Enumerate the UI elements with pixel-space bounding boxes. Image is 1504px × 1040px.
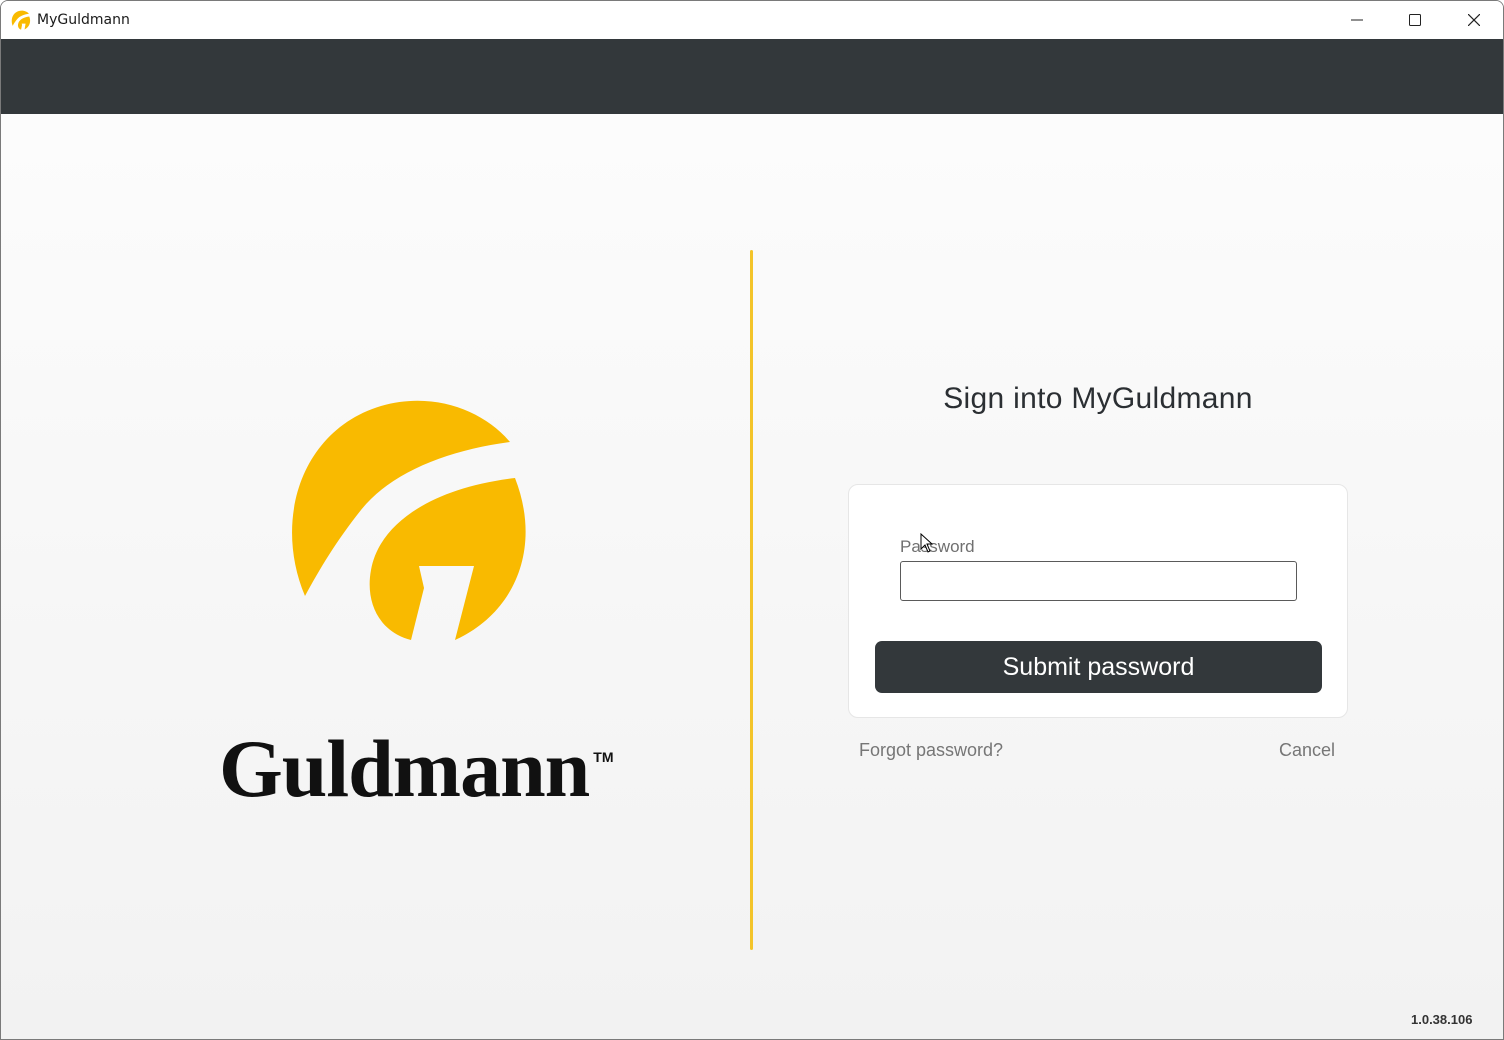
cancel-link[interactable]: Cancel	[1279, 740, 1335, 761]
password-input[interactable]	[900, 561, 1297, 601]
login-page: Guldmann TM Sign into MyGuldmann Password…	[1, 114, 1503, 1039]
maximize-icon	[1409, 14, 1421, 26]
title-bar[interactable]: MyGuldmann	[1, 1, 1503, 39]
mouse-cursor-icon	[920, 533, 934, 553]
guldmann-logo-mark	[292, 400, 526, 640]
app-window: MyGuldmann Guldmann TM Sign into MyGuldm…	[0, 0, 1504, 1040]
guldmann-logo-icon	[11, 10, 31, 30]
guldmann-wordmark: Guldmann TM	[219, 728, 614, 810]
close-button[interactable]	[1445, 1, 1503, 39]
window-title: MyGuldmann	[37, 12, 130, 28]
wordmark-text: Guldmann	[219, 723, 590, 814]
close-icon	[1468, 14, 1480, 26]
vertical-divider	[750, 250, 753, 950]
login-card: Password Submit password	[848, 484, 1348, 718]
version-label: 1.0.38.106	[1411, 1012, 1473, 1027]
minimize-icon	[1351, 19, 1363, 21]
trademark-symbol: TM	[593, 749, 614, 765]
maximize-button[interactable]	[1386, 1, 1444, 39]
app-header-bar	[1, 39, 1503, 114]
password-label: Password	[900, 537, 975, 556]
submit-password-button[interactable]: Submit password	[875, 641, 1322, 693]
page-title: Sign into MyGuldmann	[943, 382, 1253, 415]
minimize-button[interactable]	[1328, 1, 1386, 39]
forgot-password-link[interactable]: Forgot password?	[859, 740, 1003, 761]
